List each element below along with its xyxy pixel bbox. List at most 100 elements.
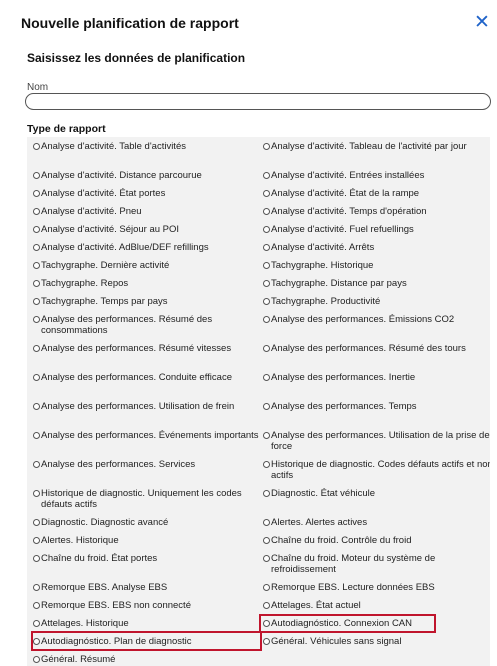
report-option[interactable]: Analyse d'activité. AdBlue/DEF refilling… xyxy=(33,242,263,253)
report-option[interactable]: Tachygraphe. Historique xyxy=(263,260,490,271)
report-option[interactable]: Attelages. État actuel xyxy=(263,600,490,611)
report-option[interactable]: Analyse d'activité. Temps d'opération xyxy=(263,206,490,217)
radio-icon[interactable] xyxy=(263,172,270,179)
report-option[interactable]: Analyse des performances. Utilisation de… xyxy=(263,430,490,452)
report-option[interactable]: Général. Résumé xyxy=(33,654,263,665)
report-option-label: Analyse d'activité. Table d'activités xyxy=(41,141,186,152)
radio-icon[interactable] xyxy=(263,262,270,269)
report-option[interactable]: Analyse d'activité. Table d'activités xyxy=(33,141,263,152)
radio-icon[interactable] xyxy=(33,374,40,381)
radio-icon[interactable] xyxy=(33,208,40,215)
report-option[interactable]: Analyse d'activité. Tableau de l'activit… xyxy=(263,141,490,152)
radio-icon[interactable] xyxy=(263,461,270,468)
report-option-label: Remorque EBS. EBS non connecté xyxy=(41,600,191,611)
radio-icon[interactable] xyxy=(263,226,270,233)
radio-icon[interactable] xyxy=(33,620,40,627)
report-option[interactable]: Analyse d'activité. État portes xyxy=(33,188,263,199)
report-option[interactable]: Analyse d'activité. Séjour au POI xyxy=(33,224,263,235)
radio-icon[interactable] xyxy=(263,638,270,645)
report-option[interactable]: Général. Véhicules sans signal xyxy=(263,636,490,647)
report-option[interactable]: Analyse d'activité. État de la rampe xyxy=(263,188,490,199)
report-option-label: Autodiagnóstico. Plan de diagnostic xyxy=(41,636,192,647)
radio-icon[interactable] xyxy=(33,490,40,497)
radio-icon[interactable] xyxy=(33,298,40,305)
radio-icon[interactable] xyxy=(263,602,270,609)
radio-icon[interactable] xyxy=(263,316,270,323)
report-option[interactable]: Analyse d'activité. Distance parcourue xyxy=(33,170,263,181)
report-option[interactable]: Diagnostic. Diagnostic avancé xyxy=(33,517,263,528)
radio-icon[interactable] xyxy=(263,208,270,215)
radio-icon[interactable] xyxy=(33,262,40,269)
report-option[interactable]: Historique de diagnostic. Codes défauts … xyxy=(263,459,490,481)
radio-icon[interactable] xyxy=(263,403,270,410)
report-option[interactable]: Remorque EBS. EBS non connecté xyxy=(33,600,263,611)
report-option[interactable]: Analyse des performances. Services xyxy=(33,459,263,470)
report-option[interactable]: Analyse d'activité. Arrêts xyxy=(263,242,490,253)
report-option[interactable]: Autodiagnóstico. Plan de diagnostic xyxy=(33,636,263,647)
radio-icon[interactable] xyxy=(263,374,270,381)
report-option[interactable]: Analyse des performances. Utilisation de… xyxy=(33,401,263,412)
radio-icon[interactable] xyxy=(263,537,270,544)
radio-icon[interactable] xyxy=(33,143,40,150)
report-option[interactable]: Analyse d'activité. Entrées installées xyxy=(263,170,490,181)
report-option[interactable]: Analyse des performances. Temps xyxy=(263,401,490,412)
radio-icon[interactable] xyxy=(33,519,40,526)
report-option[interactable]: Tachygraphe. Distance par pays xyxy=(263,278,490,289)
radio-icon[interactable] xyxy=(33,244,40,251)
report-option[interactable]: Analyse d'activité. Fuel refuellings xyxy=(263,224,490,235)
radio-icon[interactable] xyxy=(33,316,40,323)
report-option[interactable]: Remorque EBS. Lecture données EBS xyxy=(263,582,490,593)
radio-icon[interactable] xyxy=(33,345,40,352)
report-option[interactable]: Analyse des performances. Conduite effic… xyxy=(33,372,263,383)
radio-icon[interactable] xyxy=(263,298,270,305)
report-option[interactable]: Diagnostic. État véhicule xyxy=(263,488,490,499)
radio-icon[interactable] xyxy=(263,280,270,287)
radio-icon[interactable] xyxy=(33,656,40,663)
radio-icon[interactable] xyxy=(263,555,270,562)
report-option[interactable]: Alertes. Historique xyxy=(33,535,263,546)
report-option[interactable]: Analyse d'activité. Pneu xyxy=(33,206,263,217)
radio-icon[interactable] xyxy=(33,555,40,562)
report-option[interactable]: Remorque EBS. Analyse EBS xyxy=(33,582,263,593)
report-option[interactable]: Analyse des performances. Résumé des tou… xyxy=(263,343,490,354)
name-input[interactable] xyxy=(25,93,491,110)
radio-icon[interactable] xyxy=(263,519,270,526)
report-option[interactable]: Historique de diagnostic. Uniquement les… xyxy=(33,488,263,510)
report-option[interactable]: Tachygraphe. Repos xyxy=(33,278,263,289)
radio-icon[interactable] xyxy=(33,461,40,468)
radio-icon[interactable] xyxy=(33,432,40,439)
report-option[interactable]: Autodiagnóstico. Connexion CAN xyxy=(263,618,490,629)
radio-icon[interactable] xyxy=(263,584,270,591)
report-option[interactable]: Chaîne du froid. État portes xyxy=(33,553,263,564)
report-option[interactable]: Tachygraphe. Dernière activité xyxy=(33,260,263,271)
radio-icon[interactable] xyxy=(263,190,270,197)
close-icon[interactable]: ✕ xyxy=(473,13,491,32)
radio-icon[interactable] xyxy=(33,172,40,179)
radio-icon[interactable] xyxy=(263,490,270,497)
report-option[interactable]: Attelages. Historique xyxy=(33,618,263,629)
report-option-label: Remorque EBS. Analyse EBS xyxy=(41,582,168,593)
radio-icon[interactable] xyxy=(33,638,40,645)
report-option[interactable]: Analyse des performances. Résumé des con… xyxy=(33,314,263,336)
report-option[interactable]: Chaîne du froid. Contrôle du froid xyxy=(263,535,490,546)
report-option[interactable]: Analyse des performances. Émissions CO2 xyxy=(263,314,490,325)
report-option[interactable]: Tachygraphe. Temps par pays xyxy=(33,296,263,307)
report-option[interactable]: Tachygraphe. Productivité xyxy=(263,296,490,307)
radio-icon[interactable] xyxy=(263,432,270,439)
report-option[interactable]: Analyse des performances. Événements imp… xyxy=(33,430,263,441)
report-option[interactable]: Analyse des performances. Inertie xyxy=(263,372,490,383)
radio-icon[interactable] xyxy=(263,620,270,627)
radio-icon[interactable] xyxy=(33,226,40,233)
radio-icon[interactable] xyxy=(263,244,270,251)
radio-icon[interactable] xyxy=(33,280,40,287)
radio-icon[interactable] xyxy=(33,602,40,609)
report-option[interactable]: Alertes. Alertes actives xyxy=(263,517,490,528)
radio-icon[interactable] xyxy=(263,345,270,352)
radio-icon[interactable] xyxy=(33,584,40,591)
radio-icon[interactable] xyxy=(263,143,270,150)
report-option[interactable]: Analyse des performances. Résumé vitesse… xyxy=(33,343,263,354)
radio-icon[interactable] xyxy=(33,403,40,410)
radio-icon[interactable] xyxy=(33,537,40,544)
report-option[interactable]: Chaîne du froid. Moteur du système de re… xyxy=(263,553,490,575)
radio-icon[interactable] xyxy=(33,190,40,197)
